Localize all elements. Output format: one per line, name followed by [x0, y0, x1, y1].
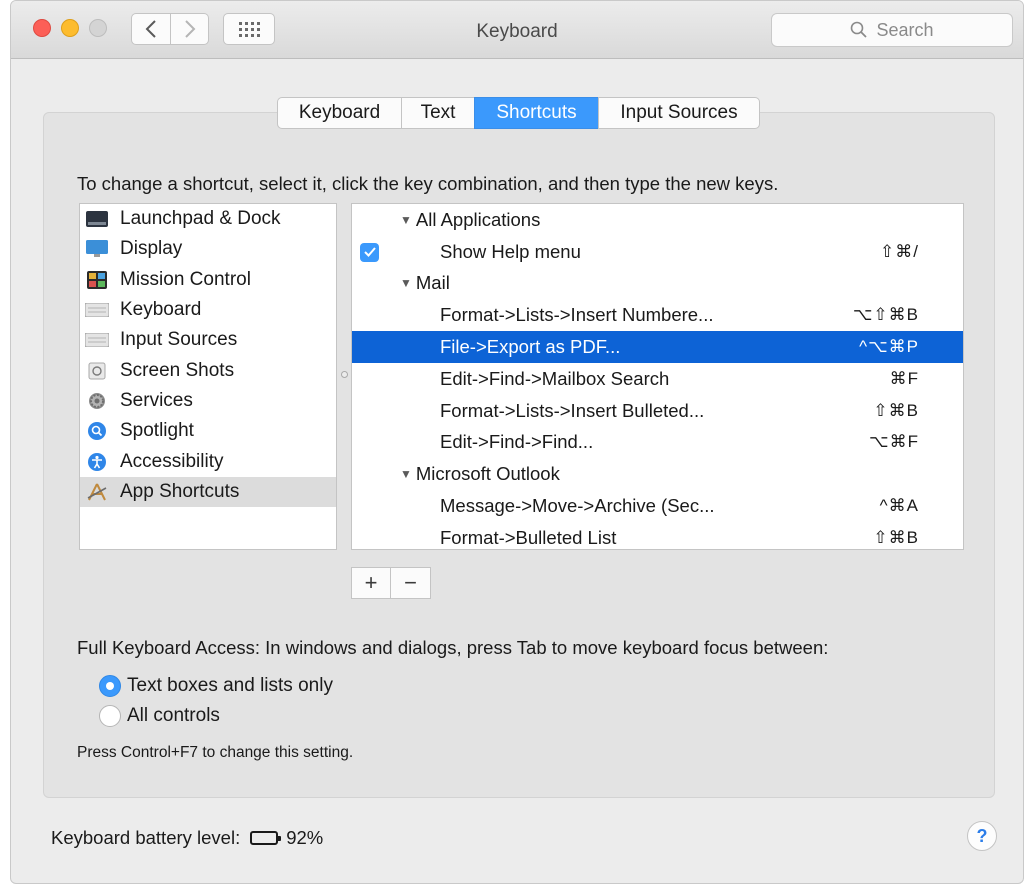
category-item[interactable]: Screen Shots — [80, 355, 336, 385]
shortcut-keys[interactable]: ^⌥⌘P — [859, 337, 919, 357]
category-item[interactable]: Services — [80, 386, 336, 416]
shortcut-enabled-checkbox[interactable] — [360, 242, 379, 262]
launchpad-dock-icon — [85, 209, 109, 229]
category-item[interactable]: App Shortcuts — [80, 476, 336, 507]
shortcut-row[interactable]: Edit->Find->Mailbox Search ⌘F — [352, 363, 963, 395]
shortcut-row[interactable]: Edit->Find->Find... ⌥⌘F — [352, 427, 963, 459]
remove-shortcut-button[interactable]: − — [391, 567, 431, 599]
tab-input-sources[interactable]: Input Sources — [598, 97, 760, 129]
battery-status: Keyboard battery level: 92% — [51, 827, 323, 849]
tab-keyboard[interactable]: Keyboard — [277, 97, 401, 129]
shortcut-keys[interactable]: ^⌘A — [880, 496, 919, 516]
category-item[interactable]: Display — [80, 234, 336, 264]
search-placeholder: Search — [876, 19, 934, 40]
disclosure-triangle-icon[interactable]: ▼ — [400, 213, 412, 227]
preferences-window: Keyboard Search Keyboard Text Shortcuts … — [10, 0, 1024, 884]
radio-button-selected[interactable] — [99, 675, 121, 697]
battery-label: Keyboard battery level: — [51, 827, 241, 848]
disclosure-triangle-icon[interactable]: ▼ — [400, 276, 412, 290]
shortcut-keys[interactable]: ⇧⌘/ — [880, 242, 919, 262]
battery-level: 92% — [286, 827, 324, 848]
disclosure-triangle-icon[interactable]: ▼ — [400, 467, 412, 481]
shortcut-keys[interactable]: ⌥⇧⌘B — [853, 305, 919, 325]
shortcut-group-row[interactable]: ▼ Microsoft Outlook — [352, 458, 963, 490]
services-gear-icon — [85, 391, 109, 411]
shortcut-keys[interactable]: ⌘F — [890, 369, 919, 389]
radio-text-boxes-option[interactable]: Text boxes and lists only — [99, 675, 333, 697]
add-remove-controls: + − — [351, 567, 431, 599]
shortcut-row[interactable]: Message->Move->Archive (Sec... ^⌘A — [352, 490, 963, 522]
category-item[interactable]: Input Sources — [80, 325, 336, 355]
full-keyboard-access-label: Full Keyboard Access: In windows and dia… — [77, 637, 829, 658]
shortcut-keys[interactable]: ⇧⌘B — [873, 528, 919, 548]
accessibility-icon — [85, 452, 109, 472]
tab-shortcuts[interactable]: Shortcuts — [474, 97, 598, 129]
category-item[interactable]: Launchpad & Dock — [80, 204, 336, 234]
shortcut-group-row[interactable]: ▼ Mail — [352, 268, 963, 300]
app-shortcuts-icon — [85, 482, 109, 502]
shortcut-row[interactable]: Show Help menu ⇧⌘/ — [352, 236, 963, 268]
shortcut-keys[interactable]: ⇧⌘B — [873, 401, 919, 421]
display-icon — [85, 239, 109, 259]
radio-button[interactable] — [99, 705, 121, 727]
shortcut-row-selected[interactable]: File->Export as PDF... ^⌥⌘P — [352, 331, 963, 363]
shortcuts-list[interactable]: ▼ All Applications Show Help menu ⇧⌘/ ▼ … — [351, 203, 964, 550]
instruction-text: To change a shortcut, select it, click t… — [77, 173, 779, 194]
tab-text[interactable]: Text — [401, 97, 474, 129]
shortcut-row[interactable]: Format->Lists->Insert Bulleted... ⇧⌘B — [352, 395, 963, 427]
shortcut-group-row[interactable]: ▼ All Applications — [352, 204, 963, 236]
help-button[interactable]: ? — [967, 821, 997, 851]
category-item[interactable]: Mission Control — [80, 265, 336, 295]
add-shortcut-button[interactable]: + — [351, 567, 391, 599]
category-list[interactable]: Launchpad & Dock Display Mission Control… — [79, 203, 337, 550]
search-field[interactable]: Search — [771, 13, 1013, 47]
mission-control-icon — [85, 270, 109, 290]
checkmark-icon — [363, 247, 376, 258]
radio-all-controls-option[interactable]: All controls — [99, 705, 220, 727]
category-item[interactable]: Accessibility — [80, 446, 336, 476]
spotlight-icon — [85, 421, 109, 441]
battery-icon — [250, 831, 282, 845]
search-icon — [851, 21, 868, 38]
shortcut-row[interactable]: Format->Lists->Insert Numbere... ⌥⇧⌘B — [352, 299, 963, 331]
shortcut-row[interactable]: Format->Bulleted List ⇧⌘B — [352, 522, 963, 549]
screen-shots-icon — [85, 361, 109, 381]
title-bar: Keyboard Search — [11, 1, 1023, 59]
shortcut-keys[interactable]: ⌥⌘F — [869, 432, 919, 452]
keyboard-icon — [85, 300, 109, 320]
tab-bar: Keyboard Text Shortcuts Input Sources — [277, 97, 760, 129]
category-item[interactable]: Keyboard — [80, 295, 336, 325]
split-view-handle[interactable] — [341, 371, 348, 378]
category-item[interactable]: Spotlight — [80, 416, 336, 446]
input-sources-icon — [85, 330, 109, 350]
control-f7-note: Press Control+F7 to change this setting. — [77, 744, 354, 761]
